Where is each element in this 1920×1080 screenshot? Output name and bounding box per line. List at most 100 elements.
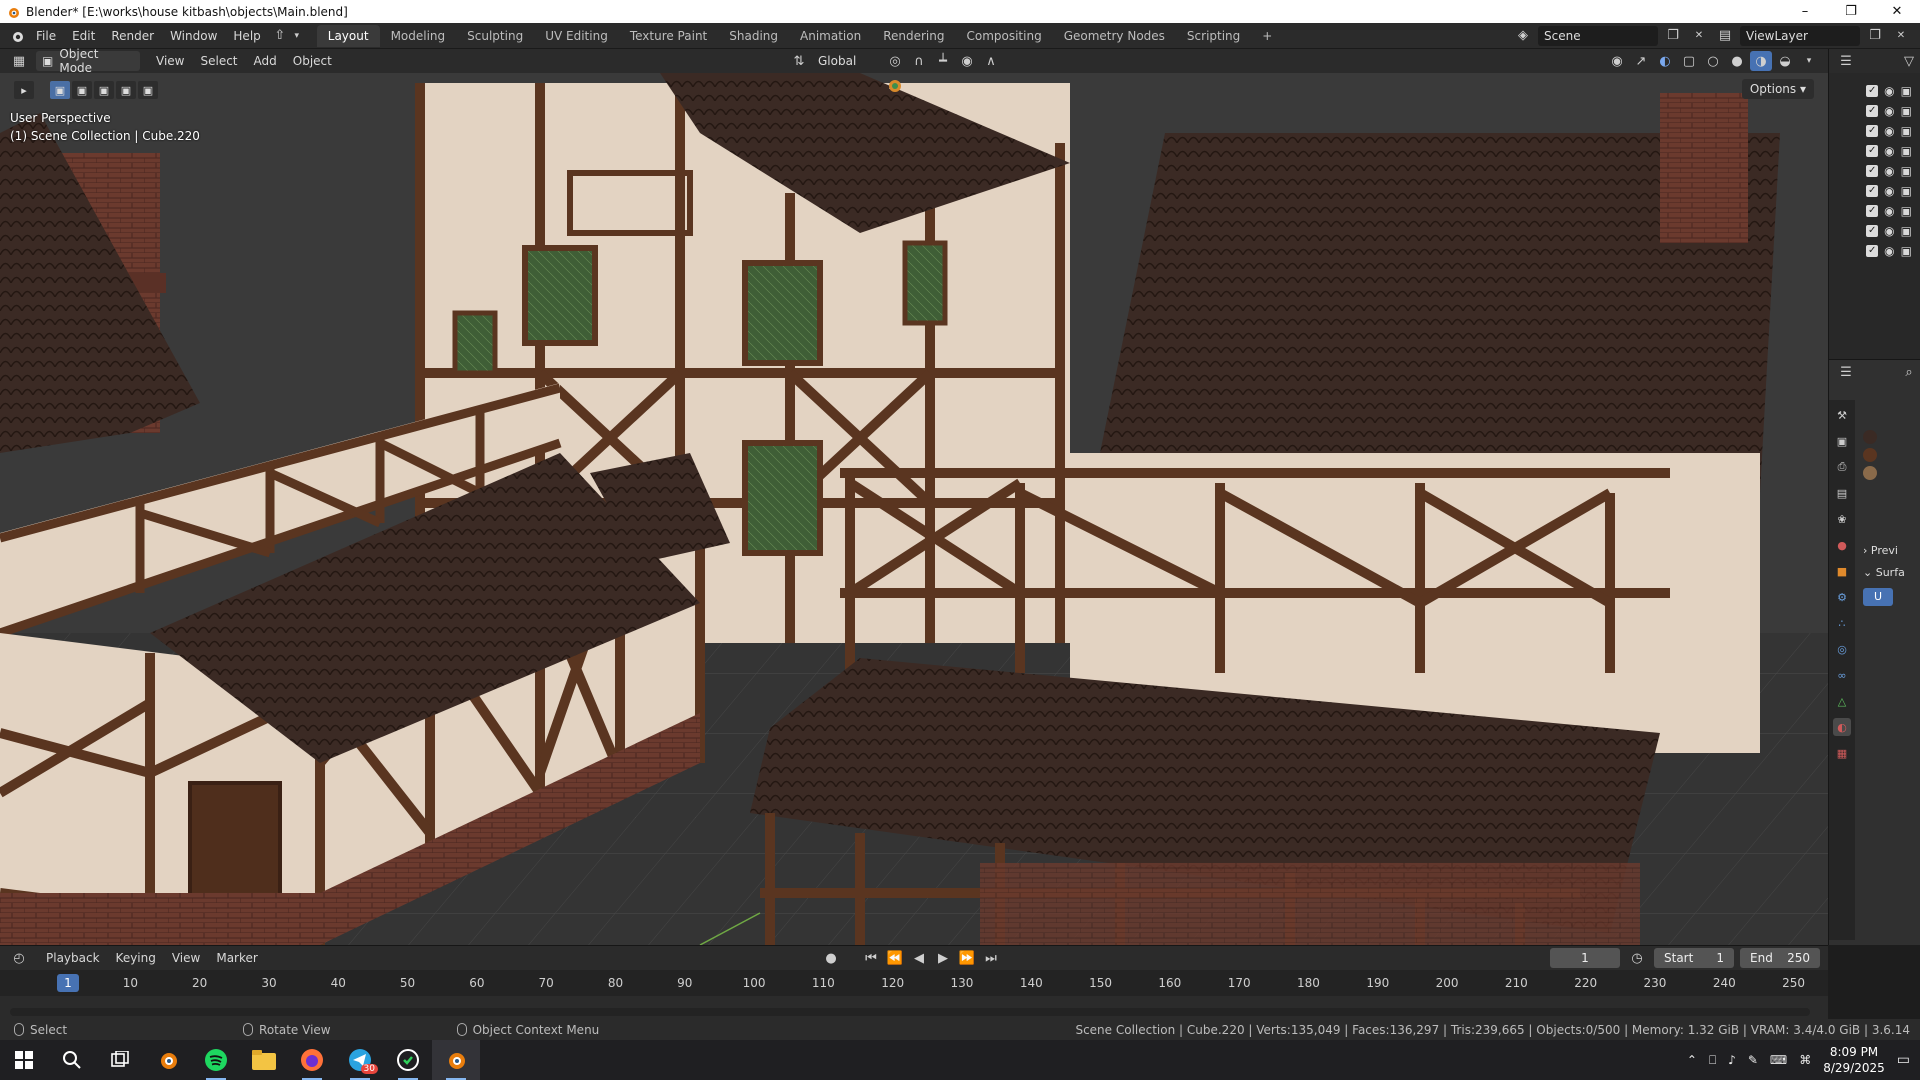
options-button[interactable]: Options ▾	[1741, 79, 1814, 99]
tab-modeling[interactable]: Modeling	[380, 25, 457, 47]
orientation-dropdown[interactable]: Global	[812, 51, 882, 71]
checkbox-icon[interactable]: ✓	[1866, 245, 1879, 257]
keyboard-icon[interactable]: ⌨	[1770, 1053, 1787, 1067]
outliner-editor-icon[interactable]: ☰	[1835, 51, 1857, 71]
spotify-icon[interactable]	[192, 1040, 240, 1080]
pen-icon[interactable]: ✎	[1748, 1053, 1758, 1067]
close-icon[interactable]: ✕	[1874, 0, 1920, 23]
outliner-row[interactable]: ✓ ◉ ▣	[1829, 201, 1920, 221]
scene-icon[interactable]: ◈	[1512, 26, 1534, 46]
world-tab-icon[interactable]: ●	[1833, 536, 1851, 554]
current-frame-field[interactable]: 1	[1550, 948, 1620, 968]
vp-menu-add[interactable]: Add	[246, 54, 285, 68]
cursor-tool-icon[interactable]: ▸	[14, 81, 34, 99]
modifier-tab-icon[interactable]: ⚙	[1833, 588, 1851, 606]
scene-tab-icon[interactable]: ❀	[1833, 510, 1851, 528]
minimize-icon[interactable]: –	[1782, 0, 1828, 23]
start-frame-field[interactable]: Start 1	[1654, 948, 1734, 968]
tab-animation[interactable]: Animation	[789, 25, 872, 47]
chevron-up-icon[interactable]: ⌃	[1687, 1053, 1697, 1067]
task-view-icon[interactable]	[96, 1040, 144, 1080]
checkbox-icon[interactable]: ✓	[1866, 145, 1879, 157]
eye-icon[interactable]: ◉	[1884, 244, 1894, 258]
snap-icon[interactable]: ∩	[908, 51, 930, 71]
rendered-shading-icon[interactable]: ◒	[1774, 51, 1796, 71]
whatsapp-icon[interactable]	[384, 1040, 432, 1080]
output-tab-icon[interactable]: ⎙	[1833, 458, 1851, 476]
outliner-row[interactable]: ✓ ◉ ▣	[1829, 181, 1920, 201]
menu-help[interactable]: Help	[225, 25, 268, 47]
surface-panel-header[interactable]: ⌄ Surfa	[1857, 562, 1920, 584]
firefox-icon[interactable]	[288, 1040, 336, 1080]
tab-sculpting[interactable]: Sculpting	[456, 25, 534, 47]
object-tab-icon[interactable]: ■	[1833, 562, 1851, 580]
gizmo-icon[interactable]: ↗	[1630, 51, 1652, 71]
checkbox-icon[interactable]: ✓	[1866, 225, 1879, 237]
outliner-row[interactable]: ✓ ◉ ▣	[1829, 241, 1920, 261]
checkbox-icon[interactable]: ✓	[1866, 185, 1879, 197]
properties-editor-icon[interactable]: ☰	[1835, 362, 1857, 382]
transform-orientation-icon[interactable]: ⇅	[788, 51, 810, 71]
eye-icon[interactable]: ◉	[1884, 184, 1894, 198]
tl-menu-keying[interactable]: Keying	[108, 951, 164, 965]
checkbox-icon[interactable]: ✓	[1866, 125, 1879, 137]
checkbox-icon[interactable]: ✓	[1866, 105, 1879, 117]
camera-icon[interactable]: ▣	[1901, 104, 1912, 118]
tab-scripting[interactable]: Scripting	[1176, 25, 1251, 47]
camera-icon[interactable]: ▣	[1901, 224, 1912, 238]
outliner-row[interactable]: ✓ ◉ ▣	[1829, 101, 1920, 121]
solid-shading-icon[interactable]: ●	[1726, 51, 1748, 71]
outliner-row[interactable]: ✓ ◉ ▣	[1829, 141, 1920, 161]
camera-icon[interactable]: ▣	[1901, 184, 1912, 198]
telegram-icon[interactable]: 30	[336, 1040, 384, 1080]
network-icon[interactable]: ⎕	[1709, 1053, 1716, 1068]
proportional-edit-icon[interactable]: ◉	[956, 51, 978, 71]
language-icon[interactable]: ⌘	[1799, 1053, 1811, 1067]
outliner-row[interactable]: ✓ ◉ ▣	[1829, 221, 1920, 241]
timeline-ruler[interactable]: 1 10 20 30 40 50 60 70 80 90 100 110 120 130 140 150 160…	[0, 970, 1828, 996]
tab-rendering[interactable]: Rendering	[872, 25, 955, 47]
camera-icon[interactable]: ▣	[1901, 84, 1912, 98]
eye-icon[interactable]: ◉	[1884, 204, 1894, 218]
menu-file[interactable]: File	[28, 25, 64, 47]
playhead[interactable]: 1	[57, 974, 79, 992]
select-intersect-icon[interactable]: ▣	[138, 81, 158, 99]
eye-icon[interactable]: ◉	[1884, 104, 1894, 118]
tool-tab-icon[interactable]: ⚒	[1833, 406, 1851, 424]
camera-icon[interactable]: ▣	[1901, 164, 1912, 178]
filter-icon[interactable]: ▽	[1898, 51, 1920, 71]
menu-render[interactable]: Render	[103, 25, 162, 47]
tl-menu-view[interactable]: View	[164, 951, 208, 965]
render-tab-icon[interactable]: ▣	[1833, 432, 1851, 450]
tab-uv-editing[interactable]: UV Editing	[534, 25, 619, 47]
tl-menu-playback[interactable]: Playback	[38, 951, 108, 965]
checkbox-icon[interactable]: ✓	[1866, 205, 1879, 217]
play-icon[interactable]: ▶	[932, 948, 954, 968]
camera-icon[interactable]: ▣	[1901, 124, 1912, 138]
3d-viewport[interactable]: ▸ ▣ ▣ ▣ ▣ ▣ User Perspective (1) Scene C…	[0, 73, 1828, 945]
restore-icon[interactable]: ❐	[1828, 0, 1874, 23]
delete-view-layer-icon[interactable]: ✕	[1890, 26, 1912, 46]
render-engine-icon[interactable]	[888, 79, 902, 93]
notifications-icon[interactable]: ▭	[1897, 1052, 1910, 1068]
delete-scene-icon[interactable]: ✕	[1688, 26, 1710, 46]
vp-menu-view[interactable]: View	[148, 54, 192, 68]
texture-tab-icon[interactable]: ▦	[1833, 744, 1851, 762]
windows-start-icon[interactable]	[0, 1040, 48, 1080]
timeline-editor-icon[interactable]: ◴	[8, 948, 30, 968]
outliner-row[interactable]: ✓ ◉ ▣	[1829, 161, 1920, 181]
checkbox-icon[interactable]: ✓	[1866, 165, 1879, 177]
search-icon[interactable]	[48, 1040, 96, 1080]
tab-texture-paint[interactable]: Texture Paint	[619, 25, 718, 47]
scene-selector[interactable]: Scene	[1538, 25, 1658, 46]
camera-icon[interactable]: ▣	[1901, 204, 1912, 218]
blender-menu-icon[interactable]	[6, 26, 28, 46]
timeline-scrollbar[interactable]	[10, 1008, 1810, 1016]
vp-menu-select[interactable]: Select	[192, 54, 245, 68]
clock[interactable]: 8:09 PM 8/29/2025	[1823, 1044, 1885, 1076]
select-extend-icon[interactable]: ▣	[72, 81, 92, 99]
shading-options-icon[interactable]: ▾	[1798, 51, 1820, 71]
tab-compositing[interactable]: Compositing	[955, 25, 1052, 47]
particles-tab-icon[interactable]: ∴	[1833, 614, 1851, 632]
export-icon[interactable]: ⇧	[269, 26, 291, 46]
